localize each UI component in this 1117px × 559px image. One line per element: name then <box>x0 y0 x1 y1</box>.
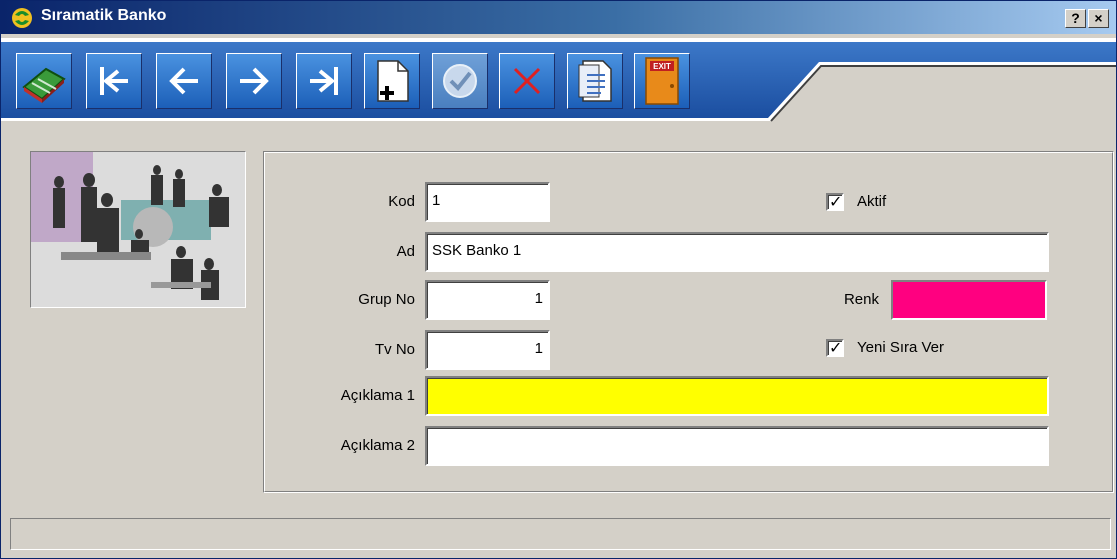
first-record-icon <box>100 67 128 95</box>
office-people-photo <box>31 152 245 307</box>
tv-no-input[interactable]: 1 <box>425 330 550 370</box>
exit-label: EXIT <box>653 62 671 71</box>
last-record-icon <box>310 67 338 95</box>
aktif-checkmark-icon: ✓ <box>829 192 843 211</box>
aciklama1-input[interactable] <box>425 376 1049 416</box>
app-logo-icon <box>12 8 32 28</box>
report-document-icon <box>578 60 612 102</box>
delete-x-icon <box>513 67 541 95</box>
next-record-icon <box>240 67 269 95</box>
yeni-sira-ver-checkmark-icon: ✓ <box>829 338 843 357</box>
ad-label: Ad <box>396 243 415 260</box>
close-button[interactable]: × <box>1088 9 1109 28</box>
yeni-sira-ver-checkbox[interactable]: ✓ <box>826 338 844 357</box>
help-button[interactable]: ? <box>1065 9 1086 28</box>
last-record-button[interactable] <box>296 53 352 109</box>
first-record-button[interactable] <box>86 53 142 109</box>
aciklama1-label: Açıklama 1 <box>340 387 415 404</box>
next-record-button[interactable] <box>226 53 282 109</box>
renk-label: Renk <box>843 291 879 308</box>
grup-no-label: Grup No <box>358 291 415 308</box>
window-title: Sıramatik Banko <box>41 7 167 24</box>
kod-input[interactable]: 1 <box>425 182 550 222</box>
cash-register-button[interactable] <box>16 53 72 109</box>
exit-button[interactable]: EXIT <box>634 53 690 109</box>
save-record-button[interactable] <box>432 53 488 109</box>
aktif-checkbox[interactable]: ✓ <box>826 192 844 211</box>
main-window: Sıramatik Banko ? × EXIT Kod 1 ✓ Aktif A… <box>0 0 1117 559</box>
ad-input[interactable]: SSK Banko 1 <box>425 232 1049 272</box>
tv-no-label: Tv No <box>374 341 415 358</box>
exit-door-icon: EXIT <box>645 57 679 105</box>
report-button[interactable] <box>567 53 623 109</box>
status-bar <box>10 518 1111 550</box>
renk-color-swatch[interactable] <box>891 280 1047 320</box>
yeni-sira-ver-label: Yeni Sıra Ver <box>857 339 945 356</box>
aciklama2-label: Açıklama 2 <box>340 437 415 454</box>
grup-no-input[interactable]: 1 <box>425 280 550 320</box>
checkmark-icon <box>443 64 477 98</box>
title-bar[interactable]: Sıramatik Banko ? × <box>1 1 1116 34</box>
aktif-label: Aktif <box>857 193 887 210</box>
previous-record-button[interactable] <box>156 53 212 109</box>
aciklama2-input[interactable] <box>425 426 1049 466</box>
new-document-icon <box>377 60 409 102</box>
banner-photo <box>30 151 246 308</box>
previous-record-icon <box>169 67 198 95</box>
kod-label: Kod <box>388 193 415 210</box>
new-record-button[interactable] <box>364 53 420 109</box>
cash-register-icon <box>22 67 66 103</box>
delete-record-button[interactable] <box>499 53 555 109</box>
